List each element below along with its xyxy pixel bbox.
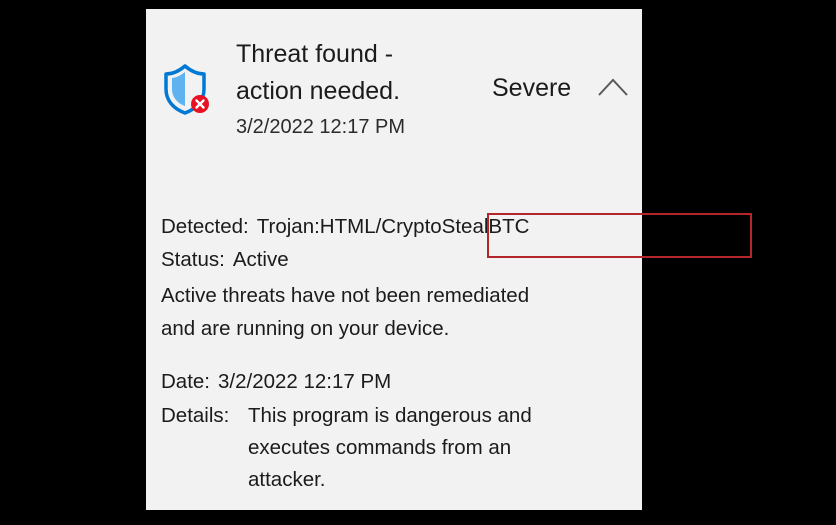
detected-prefix: Trojan: bbox=[256, 215, 320, 238]
detected-value: HTML/CryptoStealBTC bbox=[319, 215, 530, 238]
title-line-2: action needed. bbox=[236, 77, 401, 105]
threat-notification-panel: Threat found - action needed. 3/2/2022 1… bbox=[146, 9, 752, 510]
description-line-1: Active threats have not been remediated bbox=[161, 284, 530, 307]
detected-label: Detected: bbox=[161, 215, 249, 238]
details-label: Details: bbox=[161, 404, 230, 427]
details-text: This program is dangerous and executes c… bbox=[248, 400, 532, 496]
details-line-1: This program is dangerous and bbox=[248, 404, 532, 427]
detected-row: Detected: Trojan:HTML/CryptoStealBTC bbox=[161, 213, 529, 241]
date-row: Date: 3/2/2022 12:17 PM bbox=[161, 368, 391, 396]
title-line-1: Threat found - bbox=[236, 40, 394, 68]
description-line-2: and are running on your device. bbox=[161, 317, 450, 340]
status-label: Status: bbox=[161, 248, 225, 271]
date-value: 3/2/2022 12:17 PM bbox=[218, 370, 392, 393]
shield-error-icon bbox=[164, 64, 209, 115]
status-row: Status: Active bbox=[161, 246, 289, 274]
threat-description: Active threats have not been remediated … bbox=[161, 279, 529, 345]
date-label: Date: bbox=[161, 370, 210, 393]
notification-title: Threat found - action needed. bbox=[236, 36, 400, 110]
severity-label: Severe bbox=[492, 74, 572, 102]
details-line-2: executes commands from an bbox=[248, 436, 512, 459]
details-line-3: attacker. bbox=[248, 468, 326, 491]
status-value: Active bbox=[232, 248, 289, 271]
chevron-up-icon[interactable] bbox=[596, 75, 630, 99]
notification-timestamp: 3/2/2022 12:17 PM bbox=[236, 116, 406, 138]
